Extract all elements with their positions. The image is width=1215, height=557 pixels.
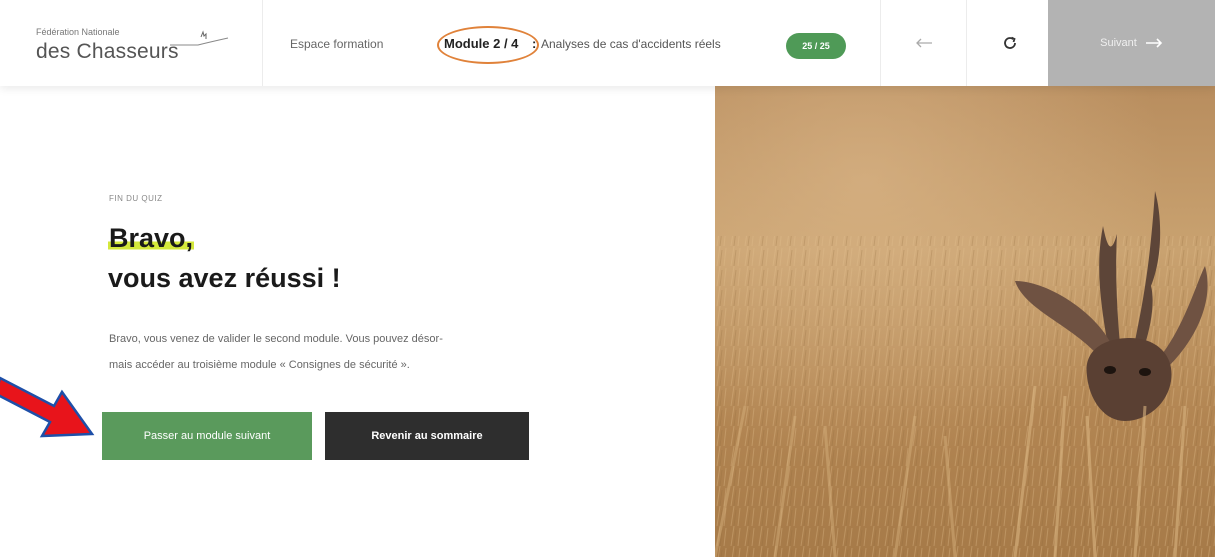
next-button-label: Suivant [1100, 37, 1137, 49]
reload-button[interactable] [966, 0, 1053, 86]
eyebrow-label: FIN DU QUIZ [109, 194, 163, 203]
deer-photo-image [715, 86, 1215, 557]
description: Bravo, vous venez de valider le second m… [109, 326, 579, 378]
logo-mark-icon [170, 30, 229, 46]
top-bar: Fédération Nationale des Chasseurs Espac… [0, 0, 1215, 86]
description-line2: mais accéder au troisième module « Consi… [109, 359, 410, 371]
logo-small-text: Fédération Nationale [36, 27, 120, 37]
description-line1: Bravo, vous venez de valider le second m… [109, 333, 443, 345]
back-to-summary-button[interactable]: Revenir au sommaire [325, 412, 529, 460]
page-title: Bravo, vous avez réussi ! [108, 218, 341, 298]
annotation-arrow-icon [0, 376, 95, 438]
main-content: FIN DU QUIZ Bravo, vous avez réussi ! Br… [0, 86, 715, 557]
page-title-line1: Bravo, [108, 223, 195, 253]
back-button[interactable] [880, 0, 967, 86]
page-title-line2: vous avez réussi ! [108, 263, 341, 293]
logo-big-text: des Chasseurs [36, 40, 179, 63]
reload-icon [1004, 36, 1016, 49]
breadcrumb-module-title: Analyses de cas d'accidents réels [541, 37, 721, 51]
arrow-left-icon [916, 38, 932, 48]
next-module-button[interactable]: Passer au module suivant [102, 412, 312, 460]
arrow-right-icon [1145, 38, 1162, 48]
logo[interactable]: Fédération Nationale des Chasseurs [0, 0, 263, 86]
hero-photo [715, 86, 1215, 557]
annotation-ellipse [437, 26, 539, 64]
next-button[interactable]: Suivant [1048, 0, 1215, 86]
breadcrumb-section[interactable]: Espace formation [290, 37, 383, 51]
progress-badge: 25 / 25 [786, 33, 846, 59]
